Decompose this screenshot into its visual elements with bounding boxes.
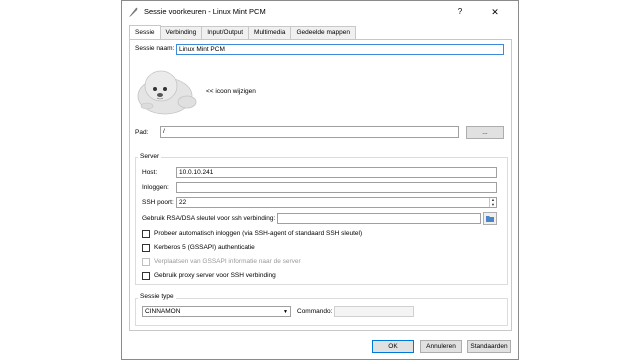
ssh-port-value: 22: [179, 199, 187, 206]
cancel-button[interactable]: Annuleren: [420, 340, 462, 353]
tab-multimedia[interactable]: Multimedia: [248, 26, 292, 39]
session-type-value: CINNAMON: [145, 308, 181, 315]
session-name-input[interactable]: Linux Mint PCM: [176, 44, 504, 55]
feather-app-icon: [129, 7, 138, 17]
tab-verbinding[interactable]: Verbinding: [159, 26, 203, 39]
session-type-group-title: Sessie type: [138, 293, 176, 300]
rsa-key-input[interactable]: [277, 213, 481, 224]
command-input[interactable]: [334, 306, 414, 317]
gssapi-delegation-checkbox[interactable]: [142, 258, 150, 266]
title-bar: Sessie voorkeuren - Linux Mint PCM ? ✕: [122, 1, 518, 23]
port-spin-arrows[interactable]: ▲ ▼: [489, 198, 496, 207]
browse-path-button[interactable]: ...: [466, 126, 504, 139]
defaults-button[interactable]: Standaarden: [467, 340, 511, 353]
ssh-port-spinbox[interactable]: 22 ▲ ▼: [176, 197, 497, 208]
session-preferences-dialog: Sessie voorkeuren - Linux Mint PCM ? ✕ S…: [121, 0, 519, 360]
server-group-title: Server: [138, 153, 162, 160]
path-input[interactable]: /: [160, 126, 459, 138]
close-button[interactable]: ✕: [488, 5, 502, 19]
session-name-label: Sessie naam:: [135, 45, 175, 52]
kerberos-checkbox[interactable]: [142, 244, 150, 252]
tab-gedeelde-mappen[interactable]: Gedeelde mappen: [290, 26, 356, 39]
ok-button[interactable]: OK: [372, 340, 414, 353]
session-type-select[interactable]: CINNAMON ▼: [142, 306, 291, 317]
tab-input-output[interactable]: Input/Output: [201, 26, 250, 39]
session-tab-panel: Sessie naam: Linux Mint PCM << icoon wij…: [129, 39, 512, 331]
command-label: Commando:: [297, 308, 333, 315]
session-icon-button[interactable]: [135, 62, 199, 118]
host-input[interactable]: 10.0.10.241: [176, 167, 497, 178]
help-button[interactable]: ?: [453, 5, 467, 19]
proxy-checkbox[interactable]: [142, 272, 150, 280]
gssapi-delegation-label: Verplaatsen van GSSAPI informatie naar d…: [154, 258, 301, 265]
login-input[interactable]: [176, 182, 497, 193]
change-icon-label: << icoon wijzigen: [206, 88, 256, 95]
ssh-port-label: SSH poort:: [142, 199, 174, 206]
auto-login-label: Probeer automatisch inloggen (via SSH-ag…: [154, 230, 363, 237]
rsa-key-label: Gebruik RSA/DSA sleutel voor ssh verbind…: [142, 215, 276, 222]
tab-sessie[interactable]: Sessie: [129, 25, 161, 39]
auto-login-checkbox[interactable]: [142, 230, 150, 238]
login-label: Inloggen:: [142, 184, 169, 191]
path-label: Pad:: [135, 129, 149, 136]
host-label: Host:: [142, 169, 158, 176]
window-title: Sessie voorkeuren - Linux Mint PCM: [144, 7, 266, 16]
tab-bar: Sessie Verbinding Input/Output Multimedi…: [129, 25, 356, 39]
proxy-label: Gebruik proxy server voor SSH verbinding: [154, 272, 276, 279]
open-folder-icon[interactable]: [483, 212, 497, 225]
chevron-down-icon: ▼: [283, 309, 288, 315]
kerberos-label: Kerberos 5 (GSSAPI) authenticatie: [154, 244, 255, 251]
